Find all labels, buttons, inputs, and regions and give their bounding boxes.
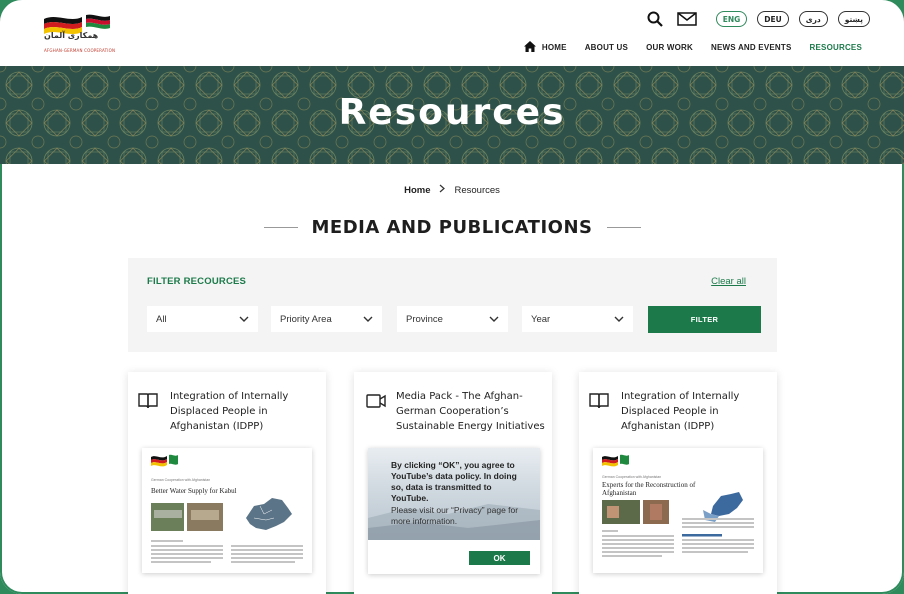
- clear-all-link[interactable]: Clear all: [711, 276, 746, 287]
- video-consent-box: By clicking “OK”, you agree to YouTube’s…: [368, 448, 540, 574]
- section-title: MEDIA AND PUBLICATIONS: [311, 217, 593, 238]
- breadcrumb-home[interactable]: Home: [404, 185, 430, 196]
- divider-left: [263, 227, 298, 228]
- chevron-down-icon: [489, 314, 499, 325]
- consent-text: By clicking “OK”, you agree to YouTube’s…: [391, 460, 517, 503]
- breadcrumb: Home Resources: [0, 184, 904, 196]
- resource-card[interactable]: Integration of Internally Displaced Peop…: [579, 372, 777, 594]
- resource-card[interactable]: Media Pack - The Afghan-German Cooperati…: [354, 372, 552, 594]
- select-year[interactable]: Year: [522, 306, 633, 332]
- nav-our-work[interactable]: OUR WORK: [646, 43, 693, 52]
- utility-bar: ENG DEU دری پښتو: [644, 9, 870, 29]
- lang-dari[interactable]: دری: [798, 11, 828, 27]
- document-subtitle: German Cooperation with Afghanistan: [602, 475, 662, 479]
- browser-frame: همکاری آلمان AFGHAN-GERMAN COOPERATION E…: [0, 0, 904, 594]
- book-icon: [589, 392, 609, 410]
- select-priority-area-value: Priority Area: [280, 313, 332, 325]
- logo-text: همکاری آلمان: [44, 31, 99, 40]
- video-icon: [366, 393, 386, 411]
- card-title[interactable]: Integration of Internally Displaced Peop…: [170, 389, 320, 434]
- chevron-down-icon: [239, 314, 249, 325]
- select-category-value: All: [156, 313, 167, 325]
- book-icon: [138, 392, 158, 410]
- chevron-right-icon: [439, 184, 446, 196]
- document-preview: [602, 454, 754, 557]
- chevron-down-icon: [614, 314, 624, 325]
- main-nav: HOME ABOUT US OUR WORK NEWS AND EVENTS R…: [523, 41, 862, 54]
- chevron-down-icon: [363, 314, 373, 325]
- filter-panel: FILTER RECOURCES Clear all All Priority …: [128, 258, 777, 352]
- page-banner: Resources: [0, 66, 904, 164]
- document-thumbnail[interactable]: German Cooperation with Afghanistan Expe…: [593, 448, 763, 573]
- mail-icon[interactable]: [676, 9, 698, 29]
- home-icon: [523, 41, 536, 54]
- ok-button[interactable]: OK: [469, 551, 530, 565]
- card-title[interactable]: Integration of Internally Displaced Peop…: [621, 389, 771, 434]
- lang-eng[interactable]: ENG: [715, 11, 748, 27]
- filter-label: FILTER RECOURCES: [147, 276, 247, 287]
- logo-tagline: AFGHAN-GERMAN COOPERATION: [44, 48, 116, 53]
- search-icon[interactable]: [644, 9, 666, 29]
- select-province[interactable]: Province: [397, 306, 508, 332]
- select-category[interactable]: All: [147, 306, 258, 332]
- document-preview: [151, 454, 303, 563]
- nav-news-events[interactable]: NEWS AND EVENTS: [711, 43, 792, 52]
- privacy-text[interactable]: Please visit our “Privacy” page for more…: [391, 505, 531, 527]
- select-priority-area[interactable]: Priority Area: [271, 306, 382, 332]
- nav-home[interactable]: HOME: [523, 41, 567, 54]
- filter-button[interactable]: FILTER: [648, 306, 761, 333]
- section-heading: MEDIA AND PUBLICATIONS: [0, 217, 904, 238]
- lang-pashto[interactable]: پښتو: [837, 11, 870, 27]
- nav-home-label: HOME: [541, 43, 567, 52]
- divider-right: [606, 227, 641, 228]
- nav-resources[interactable]: RESOURCES: [810, 43, 862, 52]
- document-subtitle: German Cooperation with Afghanistan: [151, 478, 211, 482]
- card-title[interactable]: Media Pack - The Afghan-German Cooperati…: [396, 389, 546, 434]
- resource-card[interactable]: Integration of Internally Displaced Peop…: [128, 372, 326, 594]
- select-year-value: Year: [531, 313, 551, 325]
- select-province-value: Province: [406, 313, 443, 325]
- lang-deu[interactable]: DEU: [757, 11, 789, 27]
- document-title: Better Water Supply for Kabul: [151, 487, 237, 495]
- document-thumbnail[interactable]: German Cooperation with Afghanistan Bett…: [142, 448, 312, 573]
- breadcrumb-current: Resources: [454, 184, 500, 196]
- document-title: Experts for the Reconstruction of Afghan…: [602, 481, 696, 497]
- page-title: Resources: [338, 92, 566, 133]
- nav-about-us[interactable]: ABOUT US: [585, 43, 628, 52]
- site-header: همکاری آلمان AFGHAN-GERMAN COOPERATION E…: [0, 0, 904, 66]
